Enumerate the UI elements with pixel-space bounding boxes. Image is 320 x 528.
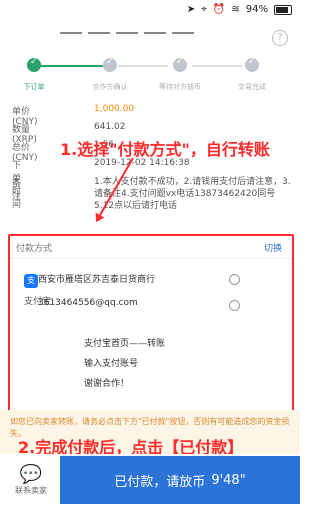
chat-icon: 💬	[19, 464, 43, 485]
instruction-line: 谢谢合作！	[84, 379, 130, 389]
annotation-step-1: 1.选择"付款方式"，自行转账	[60, 140, 270, 159]
copy-account-radio[interactable]	[229, 300, 240, 311]
payee-account: 3613464556@qq.com	[38, 298, 138, 308]
step-check-icon	[103, 57, 117, 72]
order-value: 1.本人支付款不成功，2.请钱用支付后请注意，3.请备注4.支付问题vx电话13…	[94, 177, 291, 211]
payment-title: 付款方式	[16, 244, 53, 254]
help-icon[interactable]: ?	[272, 30, 288, 46]
contact-label: 联系卖家	[15, 486, 47, 495]
bottom-bar: 💬 联系卖家 已付款，请放币 9'48"	[0, 454, 300, 528]
countdown-timer: 9'48"	[211, 472, 246, 488]
status-icons: ➤ ⌖ ⏰ ≋ 94%	[187, 4, 292, 15]
wifi-icon: ≋	[231, 4, 240, 15]
payee-name: 西安市雁塔区苏吉泰日货商行	[38, 275, 156, 285]
step-label: 合作方确认	[92, 83, 128, 91]
step-check-icon	[173, 57, 187, 72]
alipay-icon: 支	[24, 274, 38, 288]
step-place-order: 下订单	[4, 57, 64, 92]
order-value: 1,000.00	[94, 104, 135, 114]
paid-button[interactable]: 已付款，请放币 9'48"	[60, 456, 300, 504]
paid-button-label: 已付款，请放币	[114, 474, 206, 490]
step-partner-confirm: 合作方确认	[80, 57, 140, 92]
navigation-icon: ➤	[186, 4, 196, 15]
step-complete: 交易完成	[222, 57, 282, 92]
instruction-line: 输入支付账号	[84, 359, 139, 369]
order-key: 备注	[12, 179, 22, 202]
instruction-line: 支付宝首页——转账	[84, 339, 166, 349]
step-label: 下订单	[23, 83, 45, 91]
switch-payment-button[interactable]: 切换	[264, 241, 282, 254]
step-label: 交易完成	[238, 83, 266, 91]
step-wait-release: 等待对方放币	[150, 57, 210, 92]
page-title-placeholder	[60, 32, 194, 34]
progress-steps: 下订单 合作方确认 等待对方放币 交易完成	[0, 57, 300, 98]
battery-percent: 94%	[245, 4, 268, 15]
order-value: 641.02	[94, 122, 126, 132]
step-label: 等待对方放币	[159, 83, 201, 91]
payment-method-card: 付款方式 切换 支 支付宝 西安市雁塔区苏吉泰日货商行 3613464556@q…	[8, 234, 294, 412]
contact-seller-button[interactable]: 💬 联系卖家	[6, 464, 56, 496]
alarm-icon: ⏰	[212, 4, 226, 15]
payment-header: 付款方式 切换	[10, 236, 292, 259]
location-icon: ⌖	[201, 4, 207, 15]
status-bar: ➤ ⌖ ⏰ ≋ 94%	[0, 0, 300, 22]
step-check-icon	[27, 57, 41, 72]
payment-instructions: 支付宝首页——转账 输入支付账号 谢谢合作！	[84, 334, 165, 394]
step-check-icon	[245, 57, 259, 72]
battery-icon	[274, 4, 292, 15]
copy-name-radio[interactable]	[229, 274, 240, 285]
